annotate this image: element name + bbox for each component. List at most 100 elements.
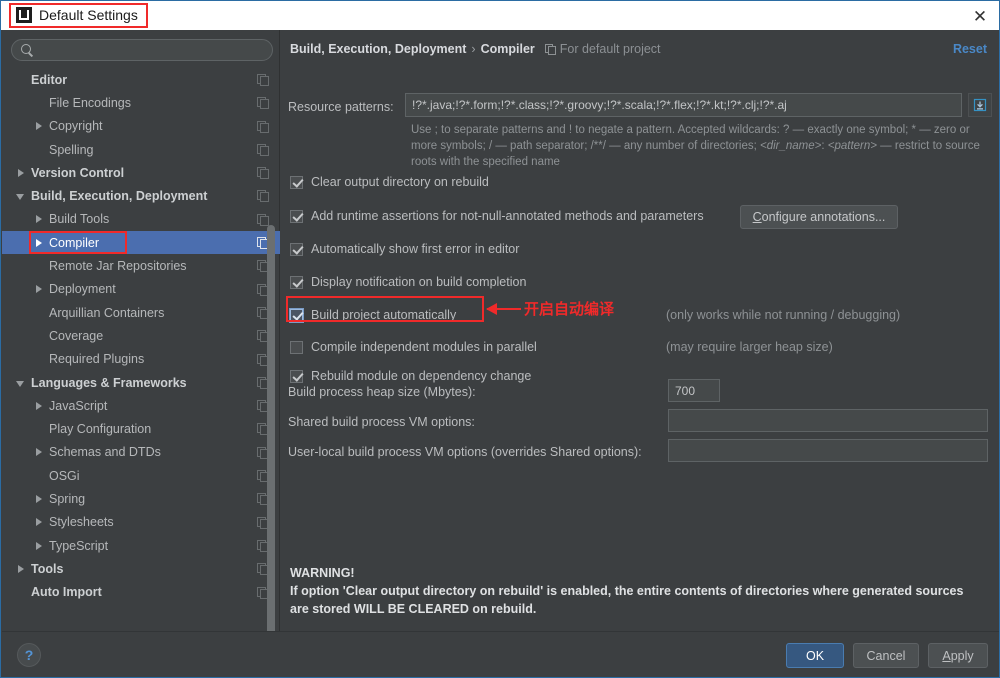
sidebar-item-osgi[interactable]: OSGi <box>2 464 280 487</box>
sidebar-item-label: Spelling <box>49 143 93 157</box>
checkbox-label: Clear output directory on rebuild <box>311 175 489 189</box>
sidebar-item-javascript[interactable]: JavaScript <box>2 394 280 417</box>
user-local-vm-input[interactable] <box>668 439 988 462</box>
reset-link[interactable]: Reset <box>953 42 987 56</box>
chevron-right-icon[interactable] <box>16 564 26 574</box>
settings-sidebar: Editor File Encodings Copyright Spelling Ver… <box>2 30 280 631</box>
sidebar-item-label: Spring <box>49 492 85 506</box>
checkbox-rebuild-module-on-dependency-change[interactable]: Rebuild module on dependency change <box>290 369 531 383</box>
copy-settings-icon[interactable] <box>257 190 268 201</box>
sidebar-scrollbar-track[interactable] <box>268 68 277 628</box>
chevron-right-icon[interactable] <box>16 168 26 178</box>
sidebar-item-typescript[interactable]: TypeScript <box>2 534 280 557</box>
checkbox-box[interactable] <box>290 243 303 256</box>
user-local-vm-label: User-local build process VM options (ove… <box>288 445 642 459</box>
sidebar-item-compiler[interactable]: Compiler <box>2 231 280 254</box>
sidebar-item-label: Compiler <box>49 236 99 250</box>
copy-settings-icon[interactable] <box>257 167 268 178</box>
sidebar-item-version-control[interactable]: Version Control <box>2 161 280 184</box>
chevron-right-icon[interactable] <box>34 121 44 131</box>
sidebar-scrollbar-thumb[interactable] <box>267 225 275 677</box>
sidebar-item-coverage[interactable]: Coverage <box>2 324 280 347</box>
sidebar-item-auto-import[interactable]: Auto Import <box>2 581 280 604</box>
breadcrumb-scope-label: For default project <box>560 42 661 56</box>
sidebar-item-play-configuration[interactable]: Play Configuration <box>2 417 280 440</box>
apply-button[interactable]: Apply <box>928 643 988 668</box>
chevron-right-icon[interactable] <box>34 238 44 248</box>
chevron-right-icon[interactable] <box>34 541 44 551</box>
settings-content: Build, Execution, Deployment › Compiler … <box>281 30 999 631</box>
sidebar-item-spelling[interactable]: Spelling <box>2 138 280 161</box>
sidebar-item-arquillian-containers[interactable]: Arquillian Containers <box>2 301 280 324</box>
sidebar-item-spring[interactable]: Spring <box>2 487 280 510</box>
search-icon <box>20 43 34 57</box>
checkbox-box[interactable] <box>290 176 303 189</box>
checkbox-compile-independent-modules-in-parallel[interactable]: Compile independent modules in parallel <box>290 340 537 354</box>
copy-settings-icon[interactable] <box>257 74 268 85</box>
sidebar-item-deployment[interactable]: Deployment <box>2 278 280 301</box>
resource-patterns-input[interactable] <box>405 93 962 117</box>
sidebar-item-build-tools[interactable]: Build Tools <box>2 208 280 231</box>
warning-text: WARNING! If option 'Clear output directo… <box>290 564 990 618</box>
checkbox-label: Automatically show first error in editor <box>311 242 519 256</box>
checkbox-label: Display notification on build completion <box>311 275 526 289</box>
settings-tree[interactable]: Editor File Encodings Copyright Spelling Ver… <box>2 68 280 631</box>
checkbox-box[interactable] <box>290 276 303 289</box>
heap-size-label: Build process heap size (Mbytes): <box>288 385 476 399</box>
chevron-right-icon[interactable] <box>34 447 44 457</box>
chevron-right-icon[interactable] <box>34 517 44 527</box>
hint-line-2a: more symbols; / — path separator; /**/ —… <box>411 140 760 152</box>
sidebar-item-languages-frameworks[interactable]: Languages & Frameworks <box>2 371 280 394</box>
copy-settings-icon[interactable] <box>257 144 268 155</box>
sidebar-item-schemas-and-dtds[interactable]: Schemas and DTDs <box>2 441 280 464</box>
import-expand-icon[interactable] <box>968 93 992 117</box>
chevron-down-icon[interactable] <box>16 191 26 201</box>
heap-size-input[interactable] <box>668 379 720 402</box>
checkbox-automatically-show-first-error-in-editor[interactable]: Automatically show first error in editor <box>290 242 519 256</box>
checkbox-box[interactable] <box>290 370 303 383</box>
sidebar-item-stylesheets[interactable]: Stylesheets <box>2 511 280 534</box>
sidebar-item-file-encodings[interactable]: File Encodings <box>2 91 280 114</box>
resource-patterns-label: Resource patterns: <box>288 100 394 114</box>
sidebar-item-label: File Encodings <box>49 96 131 110</box>
checkbox-label: Rebuild module on dependency change <box>311 369 531 383</box>
copy-settings-icon[interactable] <box>257 214 268 225</box>
chevron-right-icon[interactable] <box>34 284 44 294</box>
breadcrumb-leaf: Compiler <box>481 42 535 56</box>
sidebar-item-label: Stylesheets <box>49 515 114 529</box>
checkbox-box[interactable] <box>290 341 303 354</box>
checkbox-display-notification-on-build-completion[interactable]: Display notification on build completion <box>290 275 526 289</box>
settings-dialog: Default Settings ✕ EditorFile EncodingsC… <box>0 0 1000 678</box>
sidebar-item-label: Tools <box>31 562 63 576</box>
sidebar-item-label: OSGi <box>49 469 80 483</box>
ok-button[interactable]: OK <box>786 643 844 668</box>
chevron-right-icon[interactable] <box>34 401 44 411</box>
help-icon[interactable]: ? <box>17 643 41 667</box>
breadcrumb-root[interactable]: Build, Execution, Deployment <box>290 42 466 56</box>
cancel-button[interactable]: Cancel <box>853 643 919 668</box>
copy-settings-icon[interactable] <box>257 97 268 108</box>
shared-vm-input[interactable] <box>668 409 988 432</box>
chevron-right-icon[interactable] <box>34 214 44 224</box>
configure-annotations-button[interactable]: Configure annotations... <box>740 205 898 229</box>
search-field[interactable] <box>11 39 273 61</box>
sidebar-item-copyright[interactable]: Copyright <box>2 115 280 138</box>
checkbox-box[interactable] <box>290 210 303 223</box>
sidebar-item-editor[interactable]: Editor <box>2 68 280 91</box>
sidebar-item-label: Required Plugins <box>49 352 144 366</box>
close-icon[interactable]: ✕ <box>969 6 991 26</box>
search-input[interactable] <box>34 43 272 57</box>
sidebar-item-remote-jar-repositories[interactable]: Remote Jar Repositories <box>2 254 280 277</box>
chevron-down-icon[interactable] <box>16 378 26 388</box>
sidebar-item-build-execution-deployment[interactable]: Build, Execution, Deployment <box>2 184 280 207</box>
chevron-right-icon[interactable] <box>34 494 44 504</box>
checkbox-clear-output-directory-on-rebuild[interactable]: Clear output directory on rebuild <box>290 175 489 189</box>
checkbox-build-project-automatically[interactable]: Build project automatically <box>290 308 456 322</box>
sidebar-item-required-plugins[interactable]: Required Plugins <box>2 348 280 371</box>
sidebar-item-tools[interactable]: Tools <box>2 557 280 580</box>
resource-patterns-hint: Use ; to separate patterns and ! to nega… <box>411 122 981 170</box>
checkbox-box[interactable] <box>290 309 303 322</box>
copy-settings-icon[interactable] <box>257 121 268 132</box>
checkbox-add-runtime-assertions-for-not-null-annotated-methods-and-parameters[interactable]: Add runtime assertions for not-null-anno… <box>290 209 704 223</box>
sidebar-item-label: Play Configuration <box>49 422 151 436</box>
